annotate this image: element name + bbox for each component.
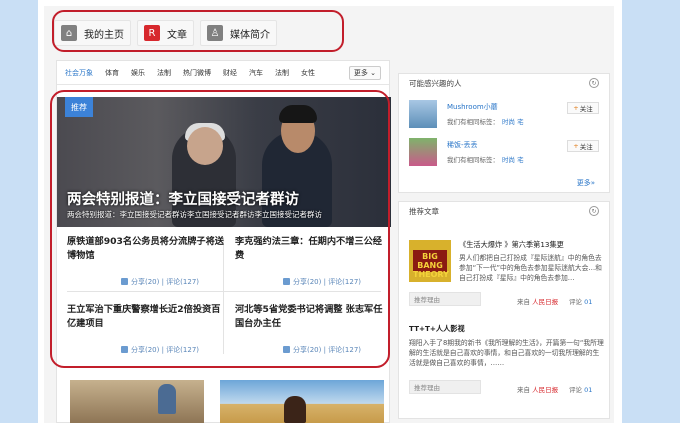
tags-prefix: 我们有相同标签： [447, 156, 499, 164]
category-item[interactable]: 娱乐 [131, 68, 145, 78]
category-bar: 社会万象 体育 娱乐 法制 热门微博 财经 汽车 法制 女性 更多 ⌄ [57, 61, 389, 85]
category-item[interactable]: 女性 [301, 68, 315, 78]
chevron-down-icon: ⌄ [370, 68, 376, 77]
thumbnail-image[interactable] [220, 380, 384, 423]
comment-prefix: 评论 [569, 298, 582, 306]
source-prefix: 来自 [517, 298, 530, 306]
avatar[interactable] [409, 100, 437, 128]
panel-header: 可能感兴趣的人 ↻ [399, 74, 609, 92]
article-cover[interactable]: BIG BANG THEORY [409, 240, 451, 282]
people-panel: 可能感兴趣的人 ↻ Mushroom小蘑 我们有相同标签：时尚 宅 关注 稀饭-… [398, 73, 610, 193]
panel-title: 可能感兴趣的人 [409, 78, 462, 88]
recommend-reason-field[interactable]: 推荐理由 [409, 380, 481, 394]
article-comments: 评论 01 [569, 296, 592, 306]
more-categories-dropdown[interactable]: 更多 ⌄ [348, 65, 381, 80]
user-tags: 我们有相同标签： 时尚 宅 [447, 116, 524, 126]
comment-count[interactable]: 01 [584, 386, 592, 394]
user-name[interactable]: Mushroom小蘑 [447, 102, 498, 112]
recommend-reason-field[interactable]: 推荐理由 [409, 292, 481, 306]
articles-panel: 推荐文章 ↻ BIG BANG THEORY 《生活大爆炸 》第六季第13集更 … [398, 201, 610, 419]
refresh-icon[interactable]: ↻ [589, 206, 599, 216]
more-link[interactable]: 更多» [577, 178, 595, 188]
right-sidebar: 可能感兴趣的人 ↻ Mushroom小蘑 我们有相同标签：时尚 宅 关注 稀饭-… [398, 73, 610, 419]
follow-button[interactable]: 关注 [567, 140, 599, 152]
avatar[interactable] [409, 138, 437, 166]
article-comments: 评论 01 [569, 384, 592, 394]
highlight-annotation-nav [52, 10, 344, 52]
category-item[interactable]: 法制 [275, 68, 289, 78]
refresh-icon[interactable]: ↻ [589, 78, 599, 88]
category-item[interactable]: 法制 [157, 68, 171, 78]
article-source: 来自 人民日报 [517, 296, 558, 306]
source-link[interactable]: 人民日报 [532, 298, 558, 306]
tags-link[interactable]: 时尚 宅 [502, 118, 524, 126]
photo-figure [158, 384, 176, 414]
page-container: ⌂ 我的主页 R 文章 ♙ 媒体简介 社会万象 体育 娱乐 法制 热门微博 财经… [44, 6, 614, 423]
follow-button[interactable]: 关注 [567, 102, 599, 114]
left-background-stripe [0, 0, 38, 423]
article-title[interactable]: TT+T+人人影视 [409, 324, 465, 334]
cover-text: BIG BANG THEORY [413, 250, 449, 279]
category-item[interactable]: 热门微博 [183, 68, 211, 78]
article-title[interactable]: 《生活大爆炸 》第六季第13集更 [459, 240, 564, 250]
category-item[interactable]: 体育 [105, 68, 119, 78]
panel-title: 推荐文章 [409, 206, 439, 216]
article-source: 来自 人民日报 [517, 384, 558, 394]
suggested-user: Mushroom小蘑 我们有相同标签：时尚 宅 关注 [409, 100, 599, 128]
source-link[interactable]: 人民日报 [532, 386, 558, 394]
comment-count[interactable]: 01 [584, 298, 592, 306]
article-excerpt: 男人们都把自己打扮成『星际迷航』中的角色去参加“下一代”中的角色去参加星际迷航大… [459, 254, 602, 282]
user-name[interactable]: 稀饭-丢丢 [447, 140, 478, 150]
category-item[interactable]: 社会万象 [65, 68, 93, 78]
article-excerpt: 翔阳入手了8期我的新书《我所理解的生活》，开篇第一句“我所理解的生活就是自己喜欢… [409, 339, 604, 367]
thumbnail-image[interactable] [70, 380, 204, 423]
photo-figure [284, 396, 306, 423]
right-background-stripe [622, 0, 680, 423]
tags-prefix: 我们有相同标签： [447, 118, 499, 126]
comment-prefix: 评论 [569, 386, 582, 394]
panel-header: 推荐文章 ↻ [399, 202, 609, 220]
category-item[interactable]: 汽车 [249, 68, 263, 78]
source-prefix: 来自 [517, 386, 530, 394]
suggested-user: 稀饭-丢丢 我们有相同标签：时尚 宅 关注 [409, 138, 599, 166]
tags-link[interactable]: 时尚 宅 [502, 156, 524, 164]
more-label: 更多 [353, 68, 368, 77]
user-tags: 我们有相同标签： 时尚 宅 [447, 154, 524, 164]
highlight-annotation-feature [50, 90, 390, 368]
category-item[interactable]: 财经 [223, 68, 237, 78]
